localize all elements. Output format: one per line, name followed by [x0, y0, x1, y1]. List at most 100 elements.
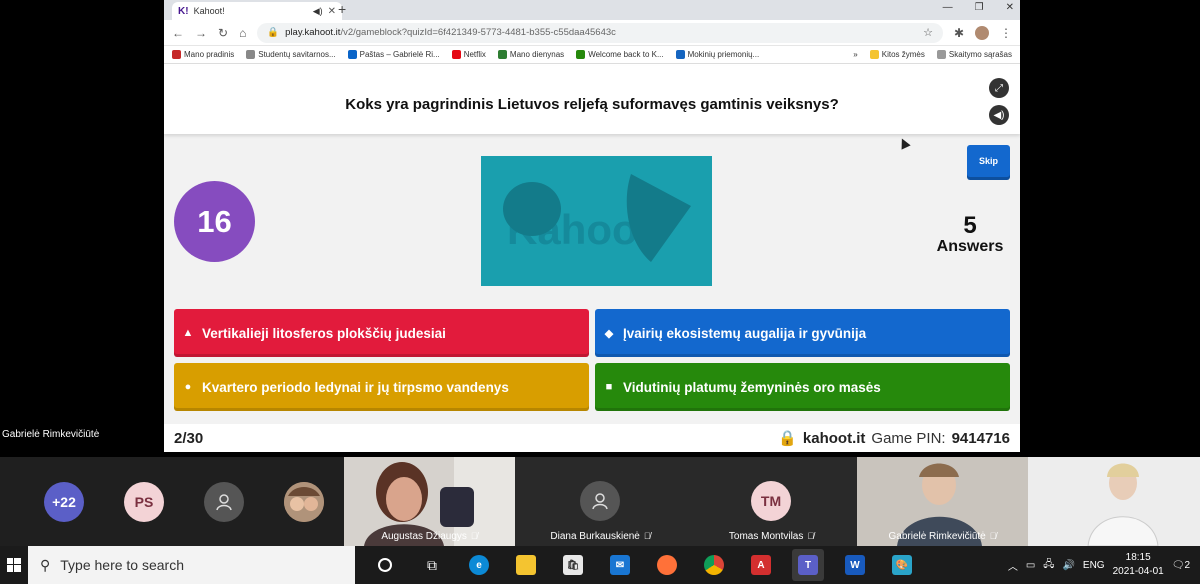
close-window-icon[interactable]: ✕	[1006, 2, 1014, 13]
face-photo-icon	[284, 482, 324, 522]
participant-avatar-ps[interactable]: PS	[124, 482, 164, 522]
maximize-icon[interactable]: ❐	[975, 2, 984, 13]
muted-mic-icon: 🎙̸	[643, 531, 651, 541]
bookmark-item[interactable]: Mokinių priemonių...	[675, 50, 759, 59]
video-tile-augustas[interactable]: Augustas Džiaugys 🎙̸	[344, 457, 515, 546]
cortana-icon[interactable]	[369, 549, 401, 581]
bookmark-favicon-icon	[172, 50, 181, 59]
reload-icon[interactable]: ↻	[218, 26, 228, 40]
answer-shape-icon: ■	[605, 381, 613, 393]
clock-time: 18:15	[1125, 552, 1151, 563]
profile-avatar[interactable]	[975, 25, 989, 40]
game-pin-area: 🔒 kahoot.it Game PIN: 9414716	[778, 429, 1010, 448]
participant-photo-avatar[interactable]	[284, 482, 324, 522]
tile-name: Tomas Montvilas	[728, 531, 804, 542]
reading-list[interactable]: Skaitymo sąrašas	[936, 50, 1012, 59]
answer-option[interactable]: ◆ Įvairių ekosistemų augalija ir gyvūnija	[595, 309, 1010, 357]
game-pin-label: Game PIN:	[871, 429, 946, 447]
home-icon[interactable]: ⌂	[239, 26, 246, 40]
video-tile-gabriele[interactable]: Gabrielė Rimkevičiūtė 🎙̸	[857, 457, 1028, 546]
browser-window: K! Kahoot! ◀) ✕ + — ❐ ✕ ← → ↻ ⌂ 🔒 play.k…	[164, 0, 1020, 452]
bookmark-item[interactable]: Studentų savitarnos...	[246, 50, 336, 59]
bookmark-label: Mano pradinis	[184, 50, 235, 59]
participant-avatar-tm: TM	[751, 481, 791, 521]
video-tile-tomas[interactable]: TM Tomas Montvilas 🎙̸	[686, 457, 857, 546]
back-icon[interactable]: ←	[172, 26, 184, 40]
teams-icon[interactable]: T	[792, 549, 824, 581]
person-icon	[216, 494, 232, 511]
answers-label: Answers	[936, 238, 1004, 255]
answer-option[interactable]: ■ Vidutinių platumų žemyninės oro masės	[595, 363, 1010, 411]
bookmark-favicon-icon	[347, 50, 357, 59]
notification-count: 2	[1184, 559, 1190, 571]
edge-icon[interactable]: e	[463, 549, 495, 581]
battery-icon[interactable]: ▭	[1026, 560, 1035, 571]
store-icon[interactable]: 🛍	[557, 549, 589, 581]
tile-name: Augustas Džiaugys	[381, 531, 467, 542]
tile-name-row: Diana Burkauskienė 🎙̸	[515, 531, 686, 542]
answer-text: Vidutinių platumų žemyninės oro masės	[623, 379, 881, 395]
participant-avatar-generic-icon[interactable]	[204, 482, 244, 522]
paint-icon[interactable]: 🎨	[886, 549, 918, 581]
url-field[interactable]: 🔒 play.kahoot.it/v2/gameblock?quizId=6f4…	[257, 22, 943, 43]
muted-mic-icon: 🎙̸	[470, 531, 478, 541]
tab-bar: K! Kahoot! ◀) ✕ + — ❐ ✕	[164, 0, 1020, 20]
bookmark-item[interactable]: Mano pradinis	[172, 50, 234, 59]
answer-text: Vertikalieji litosferos plokščių judesia…	[202, 325, 446, 341]
close-tab-icon[interactable]: ✕	[328, 6, 336, 17]
minimize-icon[interactable]: —	[943, 2, 953, 13]
tile-name: Diana Burkauskienė	[550, 531, 640, 542]
tile-name-row: Augustas Džiaugys 🎙̸	[344, 531, 515, 542]
answer-shape-icon: ◆	[604, 327, 614, 340]
taskbar-search[interactable]: ⚲ Type here to search	[28, 546, 355, 584]
windows-logo-icon	[7, 558, 21, 572]
acrobat-icon[interactable]: A	[745, 549, 777, 581]
question-text: Koks yra pagrindinis Lietuvos reljefą su…	[345, 96, 839, 113]
bookmark-favicon-icon	[451, 50, 461, 59]
lock-icon: 🔒	[778, 430, 797, 447]
answer-option[interactable]: ▲ Vertikalieji litosferos plokščių judesi…	[174, 309, 589, 357]
audio-icon[interactable]: ◀)	[313, 6, 323, 17]
skip-button[interactable]: Skip	[967, 145, 1010, 177]
task-view-icon[interactable]: ⧉	[416, 549, 448, 581]
clock[interactable]: 18:15 2021-04-01	[1113, 551, 1164, 579]
chrome-icon[interactable]	[698, 549, 730, 581]
bookmark-star-icon[interactable]: ☆	[923, 26, 933, 39]
answer-text: Įvairių ekosistemų augalija ir gyvūnija	[623, 325, 867, 341]
new-tab-icon[interactable]: +	[338, 1, 346, 17]
reading-list-icon	[936, 50, 946, 59]
extensions-icon[interactable]: ✱	[954, 26, 964, 40]
firefox-icon[interactable]	[651, 549, 683, 581]
fullscreen-icon[interactable]: ⤢	[989, 78, 1009, 98]
countdown-timer: 16	[174, 181, 255, 262]
file-explorer-icon[interactable]	[510, 549, 542, 581]
media-wedge-shape	[626, 174, 691, 262]
bookmark-item[interactable]: Netflix	[451, 50, 486, 59]
video-tile-self[interactable]	[1028, 457, 1200, 547]
tab-title: Kahoot!	[193, 6, 225, 16]
muted-mic-icon: 🎙̸	[989, 531, 997, 541]
sound-icon[interactable]: ◀)	[989, 105, 1009, 125]
volume-icon[interactable]: 🔊	[1062, 560, 1074, 571]
video-tile-diana[interactable]: Diana Burkauskienė 🎙̸	[515, 457, 686, 546]
language-indicator[interactable]: ENG	[1083, 560, 1105, 571]
other-bookmarks[interactable]: Kitos žymės	[869, 50, 925, 59]
menu-icon[interactable]: ⋮	[1000, 26, 1012, 40]
forward-icon[interactable]: →	[195, 26, 207, 40]
show-hidden-icons-icon[interactable]: ︿	[1008, 558, 1018, 573]
more-participants-avatar[interactable]: +22	[44, 482, 84, 522]
bookmark-item[interactable]: Welcome back to K...	[576, 50, 664, 59]
game-pin: 9414716	[951, 429, 1010, 447]
participant-strip: +22 PS Augustas Džiaugys 🎙̸ Diana Burkaus…	[0, 457, 1200, 547]
bookmark-item[interactable]: Paštas – Gabrielė Ri...	[347, 50, 440, 59]
more-bookmarks-icon[interactable]: »	[853, 50, 857, 59]
word-icon[interactable]: W	[839, 549, 871, 581]
answer-text: Kvartero periodo ledynai ir jų tirpsmo v…	[202, 379, 509, 395]
tab-kahoot[interactable]: K! Kahoot! ◀) ✕	[172, 2, 342, 20]
mail-icon[interactable]: ✉	[604, 549, 636, 581]
bookmark-item[interactable]: Mano dienynas	[497, 50, 564, 59]
notifications-icon[interactable]: 🗨2	[1172, 560, 1190, 571]
answer-option[interactable]: ● Kvartero periodo ledynai ir jų tirpsmo …	[174, 363, 589, 411]
network-icon[interactable]: 🖧	[1043, 557, 1054, 574]
start-button[interactable]	[0, 558, 28, 572]
